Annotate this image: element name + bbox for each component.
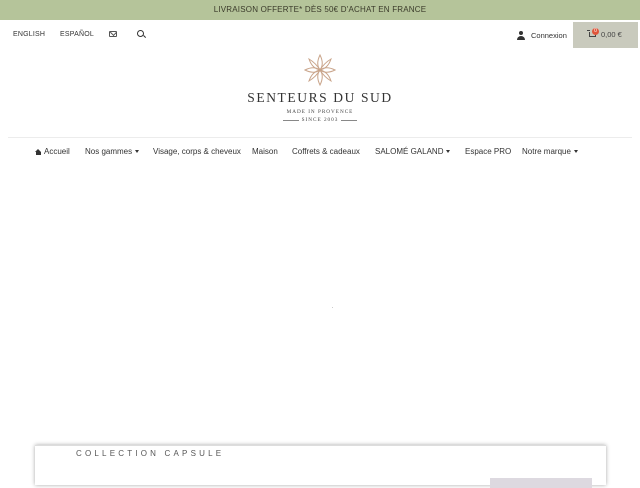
mail-icon[interactable]	[109, 31, 117, 37]
promo-banner: LIVRAISON OFFERTE* DÈS 50€ D'ACHAT EN FR…	[0, 0, 640, 20]
language-english-link[interactable]: ENGLISH	[13, 31, 45, 38]
home-icon	[35, 148, 42, 155]
caret-down-icon	[135, 150, 140, 153]
nav-item-accueil[interactable]: Accueil	[35, 147, 70, 156]
nav-item-label: Nos gammes	[85, 147, 133, 156]
nav-item-visage-corps-cheveux[interactable]: Visage, corps & cheveux	[153, 147, 241, 156]
cart-total: 0,00 €	[601, 30, 622, 39]
nav-item-label: SALOMÉ GALAND	[375, 147, 444, 156]
main-nav: Accueil Nos gammes Visage, corps & cheve…	[0, 144, 640, 160]
top-bar: ENGLISH ESPAÑOL Connexion	[0, 20, 640, 50]
nav-item-espace-pro[interactable]: Espace PRO	[465, 147, 511, 156]
nav-item-label: Espace PRO	[465, 147, 512, 156]
logo-divider-right	[341, 120, 357, 121]
lotus-logo-icon	[303, 53, 337, 87]
search-icon[interactable]	[137, 30, 144, 37]
nav-item-label: Coffrets & cadeaux	[292, 147, 360, 156]
collection-card[interactable]: COLLECTION CAPSULE	[35, 445, 606, 488]
cart-button[interactable]: 0 0,00 €	[573, 22, 638, 48]
caret-down-icon	[446, 150, 451, 153]
collection-title: COLLECTION CAPSULE	[76, 449, 225, 458]
nav-item-coffrets-cadeaux[interactable]: Coffrets & cadeaux	[292, 147, 360, 156]
user-icon	[517, 30, 525, 40]
site-logo[interactable]: SENTEURS DU SUD MADE IN PROVENCE SINCE 2…	[240, 52, 400, 124]
nav-item-label: Maison	[252, 147, 278, 156]
language-spanish-link[interactable]: ESPAÑOL	[60, 31, 94, 38]
nav-item-label: Notre marque	[522, 147, 571, 156]
nav-item-notre-marque[interactable]: Notre marque	[522, 147, 578, 156]
hero-banner	[0, 170, 640, 440]
loading-indicator	[332, 307, 333, 308]
logo-title: SENTEURS DU SUD	[247, 90, 393, 105]
nav-item-label: Accueil	[44, 147, 70, 156]
caret-down-icon	[573, 150, 578, 153]
nav-item-salome-galand[interactable]: SALOMÉ GALAND	[375, 147, 451, 156]
logo-tagline: MADE IN PROVENCE	[286, 109, 354, 115]
nav-item-nos-gammes[interactable]: Nos gammes	[85, 147, 140, 156]
login-label: Connexion	[531, 30, 567, 40]
nav-item-label: Visage, corps & cheveux	[153, 147, 241, 156]
nav-item-maison[interactable]: Maison	[252, 147, 278, 156]
logo-since: SINCE 2003	[301, 117, 339, 123]
header-divider	[8, 137, 632, 138]
login-link[interactable]: Connexion	[517, 30, 567, 40]
cart-count-badge: 0	[592, 28, 599, 35]
